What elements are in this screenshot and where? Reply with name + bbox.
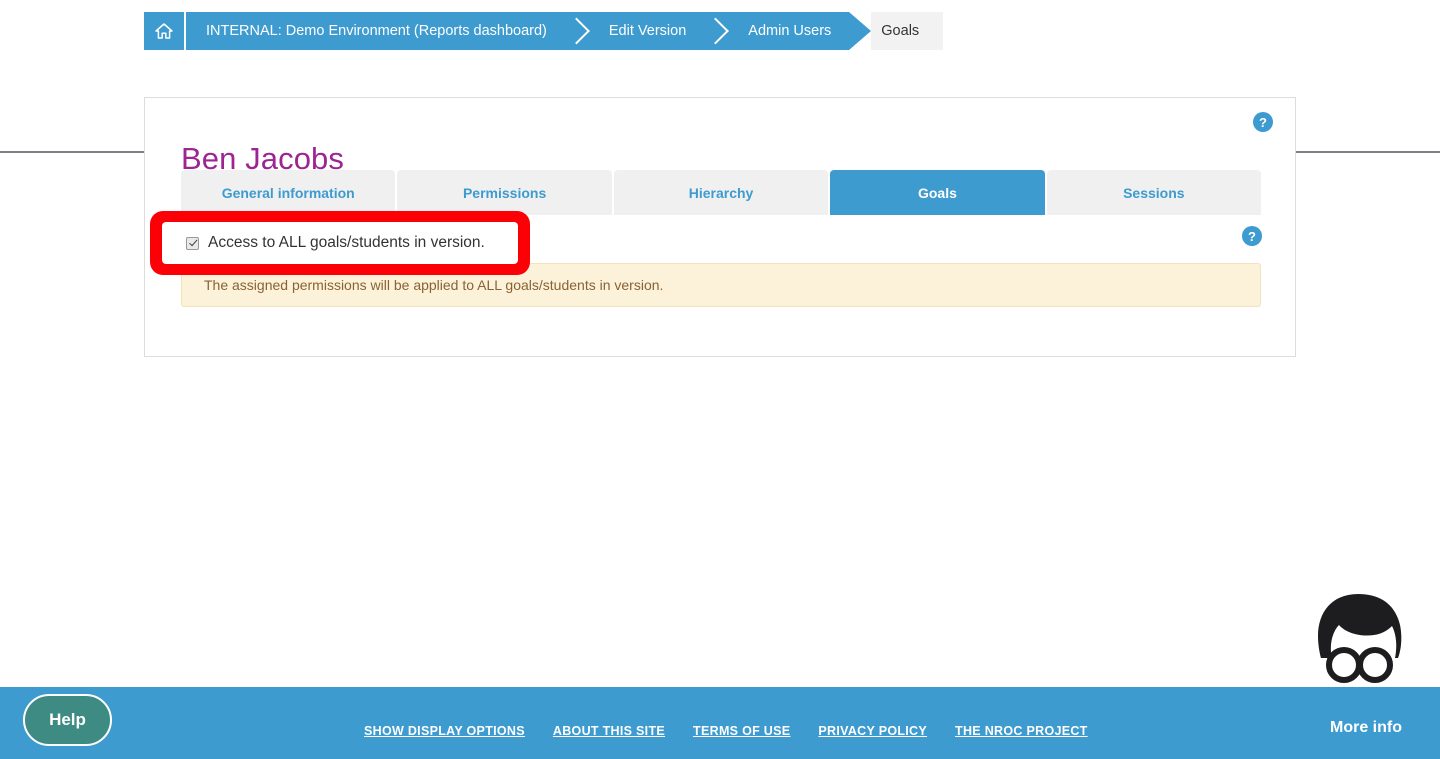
- help-button[interactable]: Help: [23, 694, 112, 746]
- tab-sessions[interactable]: Sessions: [1046, 170, 1262, 215]
- page-root: INTERNAL: Demo Environment (Reports dash…: [0, 0, 1440, 759]
- site-footer: [0, 687, 1440, 759]
- row-help-button[interactable]: ?: [1242, 226, 1262, 246]
- breadcrumb-chevron-icon-1: [704, 12, 731, 50]
- tab-general-information[interactable]: General information: [181, 170, 396, 215]
- access-all-goals-checkbox-highlighted[interactable]: [186, 236, 199, 250]
- tab-permissions[interactable]: Permissions: [397, 170, 612, 215]
- breadcrumb-tail-icon: [849, 12, 872, 50]
- mascot-avatar-icon: [1312, 592, 1404, 686]
- footer-link-the-nroc-project[interactable]: THE NROC PROJECT: [955, 724, 1088, 738]
- breadcrumb-item-1[interactable]: Edit Version: [590, 12, 705, 50]
- footer-link-show-display-options[interactable]: SHOW DISPLAY OPTIONS: [364, 724, 525, 738]
- breadcrumb: INTERNAL: Demo Environment (Reports dash…: [144, 12, 944, 50]
- page-divider-left: [0, 151, 145, 153]
- highlight-annotation: Access to ALL goals/students in version.: [150, 211, 530, 275]
- info-banner-text: The assigned permissions will be applied…: [204, 277, 664, 293]
- footer-link-about-this-site[interactable]: ABOUT THIS SITE: [553, 724, 665, 738]
- tab-label: Goals: [917, 184, 957, 201]
- breadcrumb-label: Edit Version: [608, 23, 687, 39]
- access-all-goals-label-highlighted[interactable]: Access to ALL goals/students in version.: [208, 234, 485, 252]
- page-divider-right: [1296, 151, 1440, 153]
- breadcrumb-item-current: Goals: [871, 12, 944, 50]
- question-mark-icon[interactable]: ?: [1253, 112, 1273, 132]
- question-mark-icon[interactable]: ?: [1242, 226, 1262, 246]
- home-icon: [154, 21, 174, 41]
- breadcrumb-item-2[interactable]: Admin Users: [730, 12, 850, 50]
- breadcrumb-item-0[interactable]: INTERNAL: Demo Environment (Reports dash…: [186, 12, 565, 50]
- breadcrumb-home-button[interactable]: [144, 12, 184, 50]
- breadcrumb-label: Goals: [881, 23, 920, 39]
- tab-label: General information: [221, 184, 355, 201]
- footer-links: SHOW DISPLAY OPTIONS ABOUT THIS SITE TER…: [364, 724, 1088, 738]
- breadcrumb-label: Admin Users: [748, 23, 832, 39]
- footer-link-privacy-policy[interactable]: PRIVACY POLICY: [818, 724, 927, 738]
- tab-label: Sessions: [1123, 184, 1185, 201]
- footer-link-terms-of-use[interactable]: TERMS OF USE: [693, 724, 790, 738]
- tab-label: Hierarchy: [688, 184, 754, 201]
- tab-label: Permissions: [462, 184, 547, 201]
- breadcrumb-label: INTERNAL: Demo Environment (Reports dash…: [206, 23, 547, 39]
- tab-goals[interactable]: Goals: [830, 170, 1045, 215]
- highlighted-checkbox-row: Access to ALL goals/students in version.: [186, 233, 485, 253]
- tab-hierarchy[interactable]: Hierarchy: [613, 170, 829, 215]
- card-help-button[interactable]: ?: [1253, 112, 1273, 132]
- tab-bar: General information Permissions Hierarch…: [181, 170, 1262, 215]
- breadcrumb-chevron-icon-0: [564, 12, 591, 50]
- more-info-button[interactable]: More info: [1330, 719, 1402, 737]
